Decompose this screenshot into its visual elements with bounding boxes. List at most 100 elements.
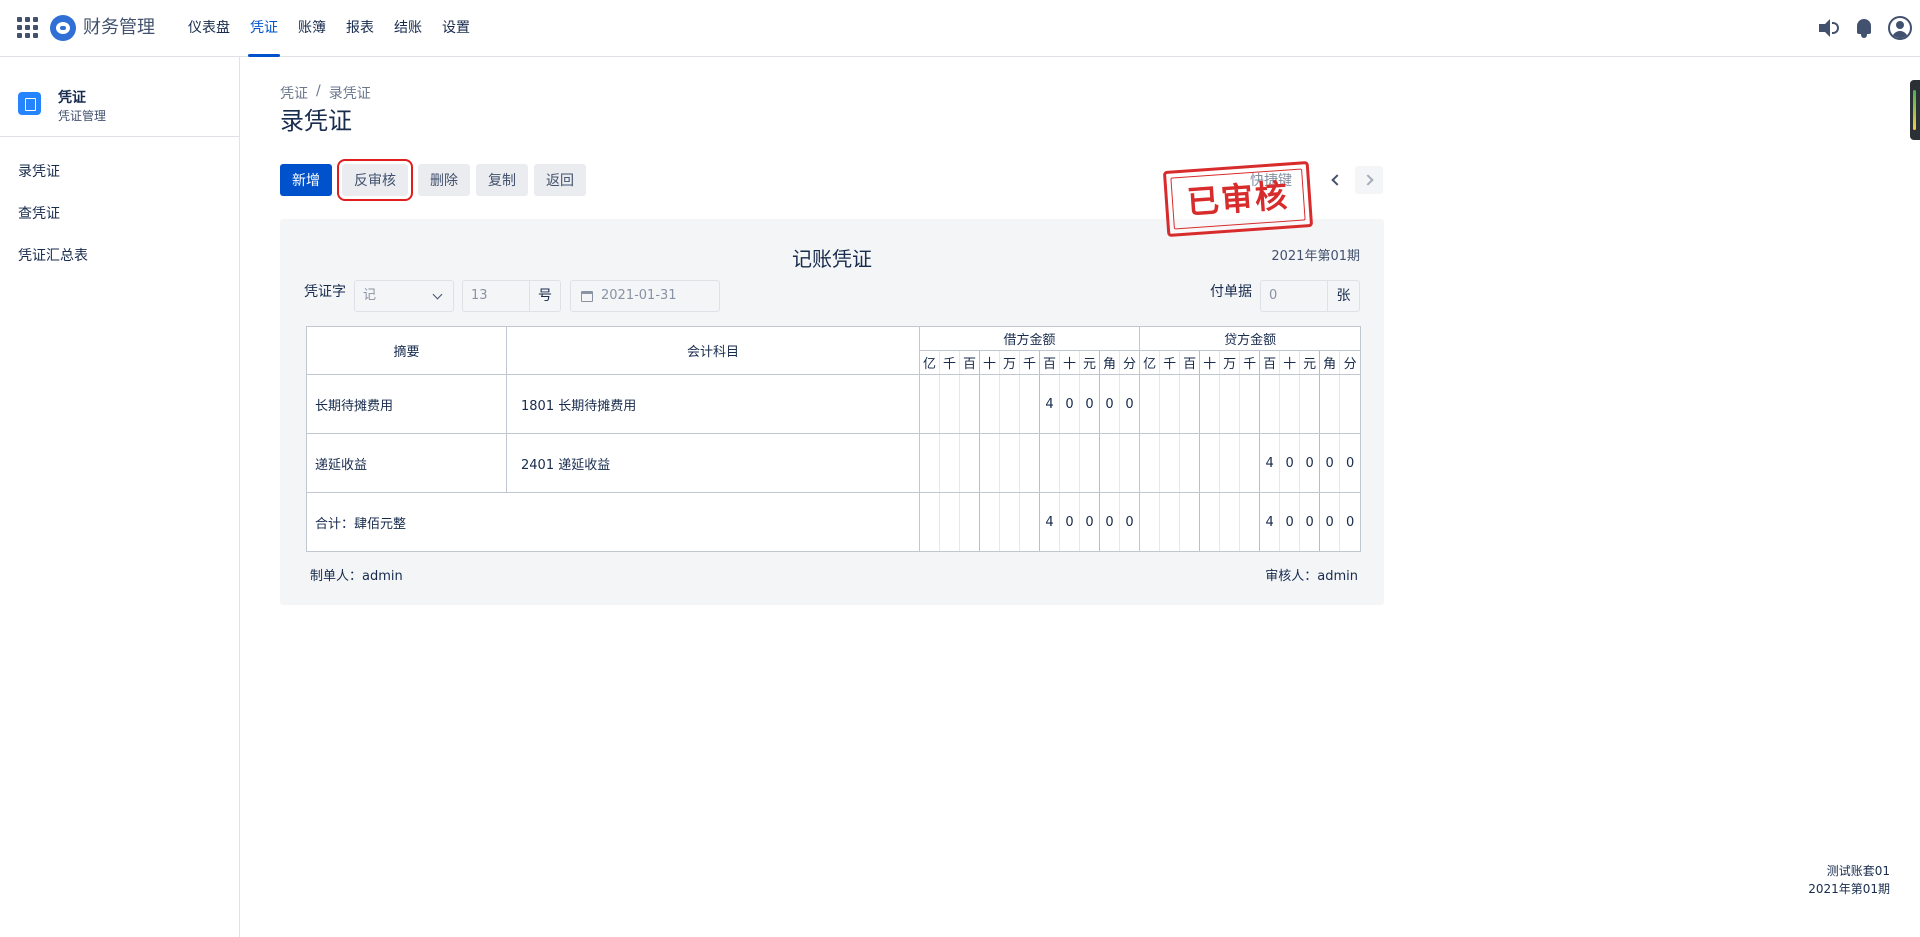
debit-amount-digit[interactable]: 0 — [1059, 374, 1080, 434]
credit-amount-digit[interactable] — [1139, 374, 1161, 434]
debit-amount-digit[interactable] — [999, 433, 1020, 493]
credit-amount-digit[interactable] — [1139, 492, 1161, 552]
debit-amount-digit[interactable] — [999, 374, 1020, 434]
user-avatar-icon[interactable] — [1888, 16, 1912, 40]
attachment-count-input[interactable]: 0 — [1260, 280, 1328, 312]
credit-amount-digit[interactable]: 0 — [1319, 492, 1341, 552]
sidebar-item-query-voucher[interactable]: 查凭证 — [0, 193, 239, 235]
credit-amount-digit[interactable] — [1239, 433, 1261, 493]
debit-amount-digit[interactable] — [939, 433, 960, 493]
credit-amount-digit[interactable]: 0 — [1279, 433, 1301, 493]
credit-amount-digit[interactable] — [1339, 374, 1362, 434]
debit-amount-digit[interactable] — [919, 492, 940, 552]
copy-button[interactable]: 复制 — [476, 164, 528, 196]
nav-item-closing[interactable]: 结账 — [384, 0, 432, 57]
delete-button[interactable]: 删除 — [418, 164, 470, 196]
credit-amount-digit[interactable] — [1219, 374, 1241, 434]
breadcrumb-current-link[interactable]: 录凭证 — [329, 83, 371, 103]
next-voucher-chevron-right-icon[interactable] — [1355, 166, 1383, 194]
debit-amount-digit[interactable] — [979, 492, 1000, 552]
voucher-word-select[interactable]: 记 — [354, 280, 454, 312]
debit-amount-digit[interactable] — [1118, 433, 1141, 493]
app-switcher-icon[interactable] — [17, 17, 38, 38]
debit-amount-digit[interactable] — [1019, 492, 1040, 552]
credit-amount-digit[interactable] — [1219, 433, 1241, 493]
unaudit-button[interactable]: 反审核 — [337, 159, 413, 201]
debit-amount-digit[interactable] — [1039, 433, 1060, 493]
debit-amount-digit[interactable] — [939, 374, 960, 434]
sidebar-item-voucher-summary[interactable]: 凭证汇总表 — [0, 235, 239, 277]
credit-amount-digit[interactable]: 4 — [1259, 433, 1281, 493]
debit-amount-digit[interactable]: 4 — [1039, 374, 1060, 434]
debit-amount-digit[interactable]: 0 — [1099, 374, 1120, 434]
debit-amount-digit[interactable] — [1079, 433, 1100, 493]
nav-item-settings[interactable]: 设置 — [432, 0, 480, 57]
credit-amount-digit[interactable] — [1179, 374, 1201, 434]
credit-amount-digit[interactable]: 0 — [1339, 433, 1362, 493]
debit-amount-digit[interactable] — [959, 492, 980, 552]
debit-amount-digit[interactable]: 0 — [1118, 492, 1141, 552]
speaker-icon[interactable] — [1816, 16, 1840, 40]
nav-item-voucher[interactable]: 凭证 — [240, 0, 288, 57]
credit-amount-digit[interactable] — [1299, 374, 1321, 434]
credit-amount-digit[interactable] — [1199, 492, 1221, 552]
debit-unit: 百 — [959, 350, 980, 375]
notification-bell-icon[interactable] — [1852, 16, 1876, 40]
debit-amount-digit[interactable]: 0 — [1079, 374, 1100, 434]
debit-amount-digit[interactable] — [959, 374, 980, 434]
entry-account-cell[interactable]: 2401 递延收益 — [506, 433, 920, 493]
debit-amount-digit[interactable]: 0 — [1059, 492, 1080, 552]
credit-amount-digit[interactable]: 0 — [1319, 433, 1341, 493]
debit-amount-digit[interactable]: 0 — [1118, 374, 1141, 434]
breadcrumb-root-link[interactable]: 凭证 — [280, 83, 308, 103]
credit-amount-digit[interactable] — [1199, 433, 1221, 493]
entry-summary-cell[interactable]: 长期待摊费用 — [306, 374, 507, 434]
entry-account-cell[interactable]: 1801 长期待摊费用 — [506, 374, 920, 434]
table-row[interactable]: 长期待摊费用 1801 长期待摊费用 40000 — [306, 374, 1362, 434]
nav-item-reports[interactable]: 报表 — [336, 0, 384, 57]
credit-amount-digit[interactable] — [1179, 433, 1201, 493]
credit-amount-digit[interactable] — [1239, 374, 1261, 434]
debit-amount-digit[interactable] — [1099, 433, 1120, 493]
credit-amount-digit[interactable] — [1279, 374, 1301, 434]
debit-amount-digit[interactable] — [979, 374, 1000, 434]
voucher-number-input[interactable]: 13 — [462, 280, 530, 312]
debit-amount-digit[interactable] — [1059, 433, 1080, 493]
sidebar-item-enter-voucher[interactable]: 录凭证 — [0, 151, 239, 193]
debit-amount-digit[interactable]: 0 — [1099, 492, 1120, 552]
back-button[interactable]: 返回 — [534, 164, 586, 196]
entry-summary-cell[interactable]: 递延收益 — [306, 433, 507, 493]
nav-item-dashboard[interactable]: 仪表盘 — [178, 0, 240, 57]
debit-amount-digit[interactable] — [979, 433, 1000, 493]
credit-amount-digit[interactable] — [1319, 374, 1341, 434]
credit-amount-digit[interactable]: 0 — [1339, 492, 1362, 552]
add-button[interactable]: 新增 — [280, 164, 332, 196]
debit-amount-digit[interactable]: 0 — [1079, 492, 1100, 552]
debit-amount-digit[interactable] — [1019, 374, 1040, 434]
credit-amount-digit[interactable]: 0 — [1299, 433, 1321, 493]
debit-amount-digit[interactable] — [999, 492, 1020, 552]
debit-amount-digit[interactable] — [919, 374, 940, 434]
credit-amount-digit[interactable] — [1219, 492, 1241, 552]
debit-amount-digit[interactable] — [919, 433, 940, 493]
side-widget-handle[interactable] — [1910, 80, 1920, 140]
voucher-date-input[interactable]: 2021-01-31 — [570, 280, 720, 312]
credit-amount-digit[interactable] — [1239, 492, 1261, 552]
credit-amount-digit[interactable] — [1259, 374, 1281, 434]
credit-amount-digit[interactable]: 4 — [1259, 492, 1281, 552]
debit-amount-digit[interactable]: 4 — [1039, 492, 1060, 552]
previous-voucher-chevron-left-icon[interactable] — [1322, 166, 1350, 194]
debit-amount-digit[interactable] — [959, 433, 980, 493]
credit-amount-digit[interactable] — [1159, 374, 1181, 434]
credit-amount-digit[interactable]: 0 — [1279, 492, 1301, 552]
debit-amount-digit[interactable] — [1019, 433, 1040, 493]
debit-amount-digit[interactable] — [939, 492, 960, 552]
credit-amount-digit[interactable] — [1159, 492, 1181, 552]
credit-amount-digit[interactable] — [1199, 374, 1221, 434]
credit-amount-digit[interactable]: 0 — [1299, 492, 1321, 552]
credit-amount-digit[interactable] — [1159, 433, 1181, 493]
credit-amount-digit[interactable] — [1179, 492, 1201, 552]
nav-item-ledger[interactable]: 账簿 — [288, 0, 336, 57]
table-row[interactable]: 递延收益 2401 递延收益 40000 — [306, 433, 1362, 493]
credit-amount-digit[interactable] — [1139, 433, 1161, 493]
